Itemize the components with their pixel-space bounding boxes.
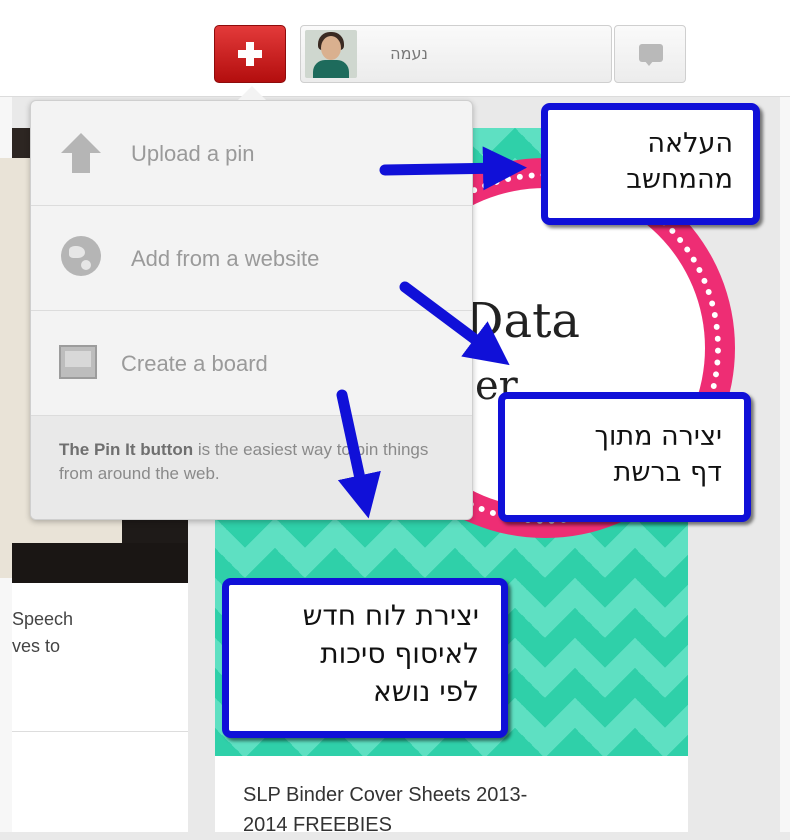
board-icon — [59, 345, 97, 379]
pin-it-info: The Pin It button is the easiest way to … — [31, 416, 472, 519]
menu-item-label: Create a board — [121, 351, 268, 376]
callout-website: יצירה מתוך דף ברשת — [498, 392, 751, 522]
avatar — [305, 30, 357, 78]
plus-icon — [215, 26, 285, 82]
user-name: נעמה — [390, 44, 428, 63]
add-dropdown-menu: Upload a pin Add from a website Create a… — [30, 100, 473, 520]
menu-item-upload-pin[interactable]: Upload a pin — [31, 101, 472, 206]
notifications-button[interactable] — [614, 25, 686, 83]
notification-bubble-icon — [639, 44, 663, 66]
menu-item-label: Upload a pin — [131, 141, 255, 166]
callout-board: יצירת לוח חדש לאיסוף סיכות לפי נושא — [222, 578, 508, 738]
pin-it-info-text: The Pin It button is the easiest way to … — [59, 440, 429, 483]
menu-item-label: Add from a website — [131, 246, 320, 271]
pin-caption[interactable]: SLP Binder Cover Sheets 2013- 2014 FREEB… — [243, 780, 663, 840]
right-frame — [780, 0, 790, 832]
menu-item-add-from-website[interactable]: Add from a website — [31, 206, 472, 311]
callout-upload: העלאה מהמחשב — [541, 103, 760, 225]
pin-image-title: Data — [465, 293, 581, 349]
globe-icon — [61, 236, 101, 276]
add-pin-button[interactable] — [214, 25, 286, 83]
pin-description-left: Speech ves to — [12, 609, 74, 656]
menu-item-create-board[interactable]: Create a board — [31, 311, 472, 416]
top-header: נעמה — [0, 0, 790, 97]
user-profile-button[interactable]: נעמה — [300, 25, 612, 83]
pin-it-button-link[interactable]: The Pin It button — [59, 440, 193, 459]
divider — [12, 731, 188, 732]
upload-arrow-icon — [61, 133, 101, 173]
menu-caret — [238, 86, 266, 100]
